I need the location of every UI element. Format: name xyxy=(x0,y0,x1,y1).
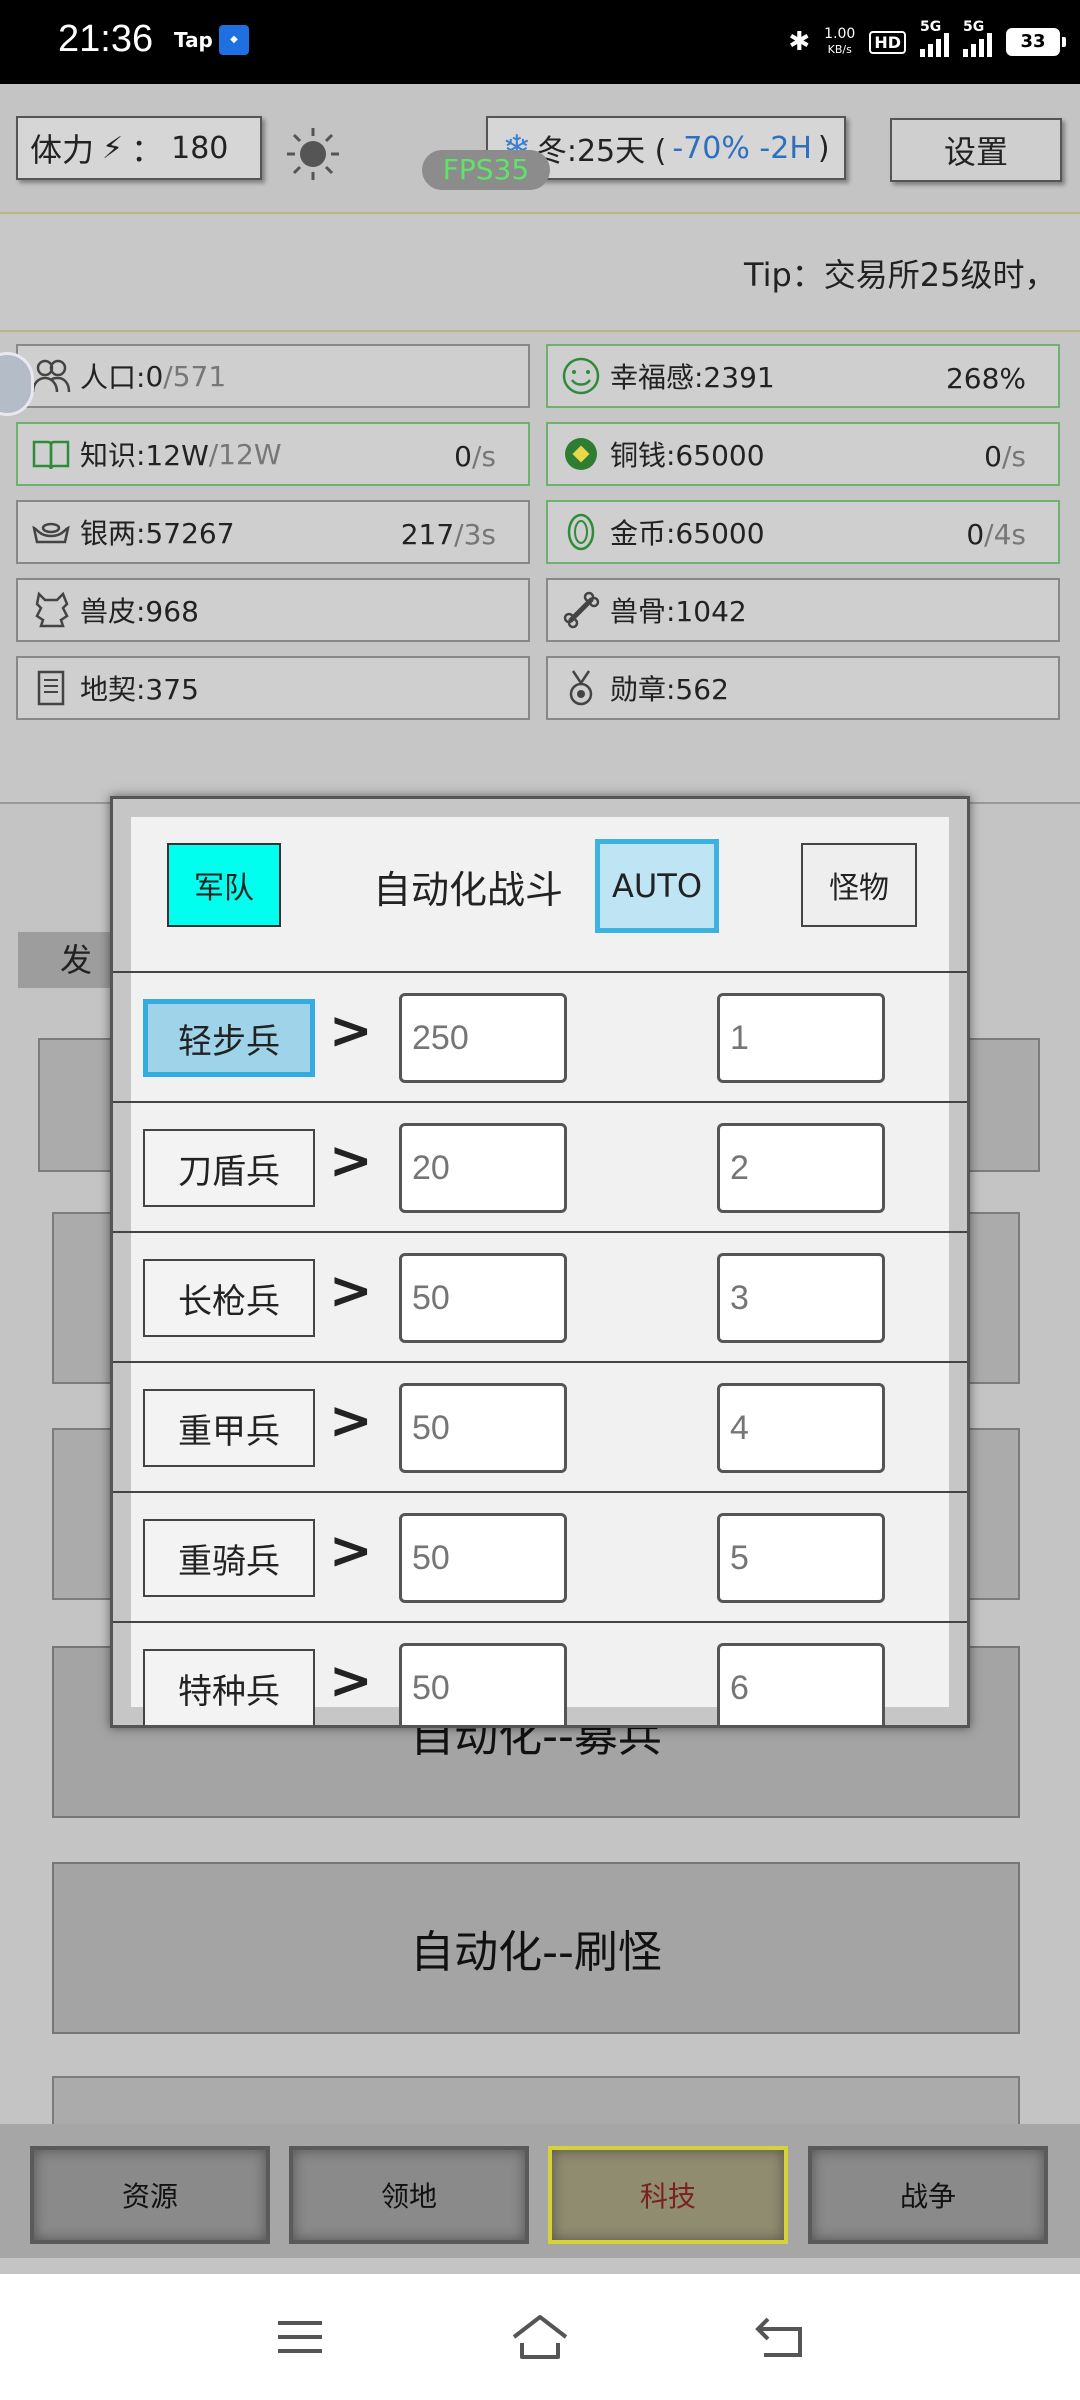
bluetooth-icon: ✱ xyxy=(788,27,811,57)
unit-row: 特种兵 > xyxy=(113,1623,967,1725)
settings-button[interactable]: 设置 xyxy=(890,118,1062,182)
resource-population: 人口: 0/571 xyxy=(16,344,530,408)
deed-icon xyxy=(30,667,72,709)
resource-happiness: 幸福感:2391 268% xyxy=(546,344,1060,408)
system-navigation-bar xyxy=(0,2274,1080,2400)
resource-silver: 银两:57267 217/3s xyxy=(16,500,530,564)
tip-text: Tip：交易所25级时， xyxy=(744,256,1057,294)
threshold-input[interactable] xyxy=(399,1513,567,1603)
priority-input[interactable] xyxy=(717,1253,885,1343)
gold-coin-icon xyxy=(560,511,602,553)
unit-button-special-forces[interactable]: 特种兵 xyxy=(143,1649,315,1725)
tab-resources[interactable]: 资源 xyxy=(30,2146,270,2244)
tab-development[interactable]: 发展 xyxy=(18,932,118,988)
resource-hide: 兽皮:968 xyxy=(16,578,530,642)
resource-gold: 金币:65000 0/4s xyxy=(546,500,1060,564)
clock: 21:36 xyxy=(58,18,154,60)
coin-icon xyxy=(560,433,602,475)
stamina-value: 180 xyxy=(171,130,229,166)
priority-input[interactable] xyxy=(717,1383,885,1473)
menu-icon[interactable] xyxy=(265,2302,335,2372)
monster-tab-button[interactable]: 怪物 xyxy=(801,843,917,927)
greater-than-icon: > xyxy=(329,1391,373,1451)
auto-monster-button[interactable]: 自动化--刷怪 xyxy=(52,1862,1020,2034)
resource-copper: 铜钱:65000 0/s xyxy=(546,422,1060,486)
resource-knowledge: 知识:12W/12W 0/s xyxy=(16,422,530,486)
taptap-notification-icon: Tap xyxy=(174,28,213,52)
unit-button-heavy-infantry[interactable]: 重甲兵 xyxy=(143,1389,315,1467)
hide-icon xyxy=(30,589,72,631)
threshold-input[interactable] xyxy=(399,1123,567,1213)
smile-icon xyxy=(560,355,602,397)
unit-button-heavy-cavalry[interactable]: 重骑兵 xyxy=(143,1519,315,1597)
threshold-input[interactable] xyxy=(399,1253,567,1343)
stamina-label: 体力 xyxy=(30,131,95,169)
greater-than-icon: > xyxy=(329,1131,373,1191)
resource-medal: 勋章:562 xyxy=(546,656,1060,720)
unit-row: 长枪兵 > xyxy=(113,1233,967,1363)
medal-icon xyxy=(560,667,602,709)
priority-input[interactable] xyxy=(717,1643,885,1725)
status-bar: 21:36 Tap ◆ ✱ 1.00 KB/s HD 5G 5G 33 xyxy=(0,0,1080,84)
bone-icon xyxy=(560,589,602,631)
resource-bone: 兽骨:1042 xyxy=(546,578,1060,642)
season-text: 冬:25天 ( xyxy=(536,134,667,169)
tab-technology[interactable]: 科技 xyxy=(548,2146,788,2244)
battery-icon: 33 xyxy=(1006,28,1066,56)
signal-1-icon: 5G xyxy=(920,19,949,57)
lightning-icon: ⚡ xyxy=(102,130,124,166)
unit-row: 刀盾兵 > xyxy=(113,1103,967,1233)
tip-banner: Tip：交易所25级时， xyxy=(0,212,1080,332)
army-tab-button[interactable]: 军队 xyxy=(167,843,281,927)
back-icon[interactable] xyxy=(745,2302,815,2372)
status-icons: ✱ 1.00 KB/s HD 5G 5G 33 xyxy=(788,19,1066,64)
silver-ingot-icon xyxy=(30,511,72,553)
greater-than-icon: > xyxy=(329,1651,373,1711)
unit-button-spearman[interactable]: 长枪兵 xyxy=(143,1259,315,1337)
threshold-input[interactable] xyxy=(399,993,567,1083)
greater-than-icon: > xyxy=(329,1261,373,1321)
priority-input[interactable] xyxy=(717,1123,885,1213)
book-icon xyxy=(30,433,72,475)
tab-war[interactable]: 战争 xyxy=(808,2146,1048,2244)
season-modifiers: -70% -2H xyxy=(672,130,812,166)
unit-list[interactable]: 轻步兵 > 刀盾兵 > 长枪兵 > 重甲兵 > xyxy=(113,971,967,1725)
greater-than-icon: > xyxy=(329,1521,373,1581)
sun-icon xyxy=(287,128,339,180)
game-screen: 体力 ⚡ ： 180 ❄ 冬:25天 (-70% -2H) 设置 FPS35 T… xyxy=(0,84,1080,2274)
unit-button-light-infantry[interactable]: 轻步兵 xyxy=(143,999,315,1077)
bottom-nav: 资源 领地 科技 战争 xyxy=(0,2124,1080,2258)
unit-button-sword-shield[interactable]: 刀盾兵 xyxy=(143,1129,315,1207)
unit-row: 重甲兵 > xyxy=(113,1363,967,1493)
tab-territory[interactable]: 领地 xyxy=(289,2146,529,2244)
signal-2-icon: 5G xyxy=(963,19,992,57)
priority-input[interactable] xyxy=(717,1513,885,1603)
resource-panel: 人口: 0/571 幸福感:2391 268% 知识:12W/12W 0/s 铜钱… xyxy=(0,334,1080,804)
network-speed: 1.00 KB/s xyxy=(824,26,856,57)
auto-toggle-button[interactable]: AUTO xyxy=(595,839,719,933)
people-icon xyxy=(30,355,72,397)
dialog-title: 自动化战斗 xyxy=(373,868,564,912)
resource-deed: 地契:375 xyxy=(16,656,530,720)
home-icon[interactable] xyxy=(505,2302,575,2372)
threshold-input[interactable] xyxy=(399,1643,567,1725)
fps-counter: FPS35 xyxy=(422,150,550,190)
app-notification-icon: ◆ xyxy=(219,25,249,55)
unit-row: 轻步兵 > xyxy=(113,973,967,1103)
threshold-input[interactable] xyxy=(399,1383,567,1473)
hd-icon: HD xyxy=(869,30,906,54)
stamina-box: 体力 ⚡ ： 180 xyxy=(16,116,262,180)
greater-than-icon: > xyxy=(329,1001,373,1061)
unit-row: 重骑兵 > xyxy=(113,1493,967,1623)
priority-input[interactable] xyxy=(717,993,885,1083)
auto-battle-dialog: 军队 自动化战斗 AUTO 怪物 轻步兵 > 刀盾兵 > 长枪兵 > xyxy=(110,796,970,1728)
